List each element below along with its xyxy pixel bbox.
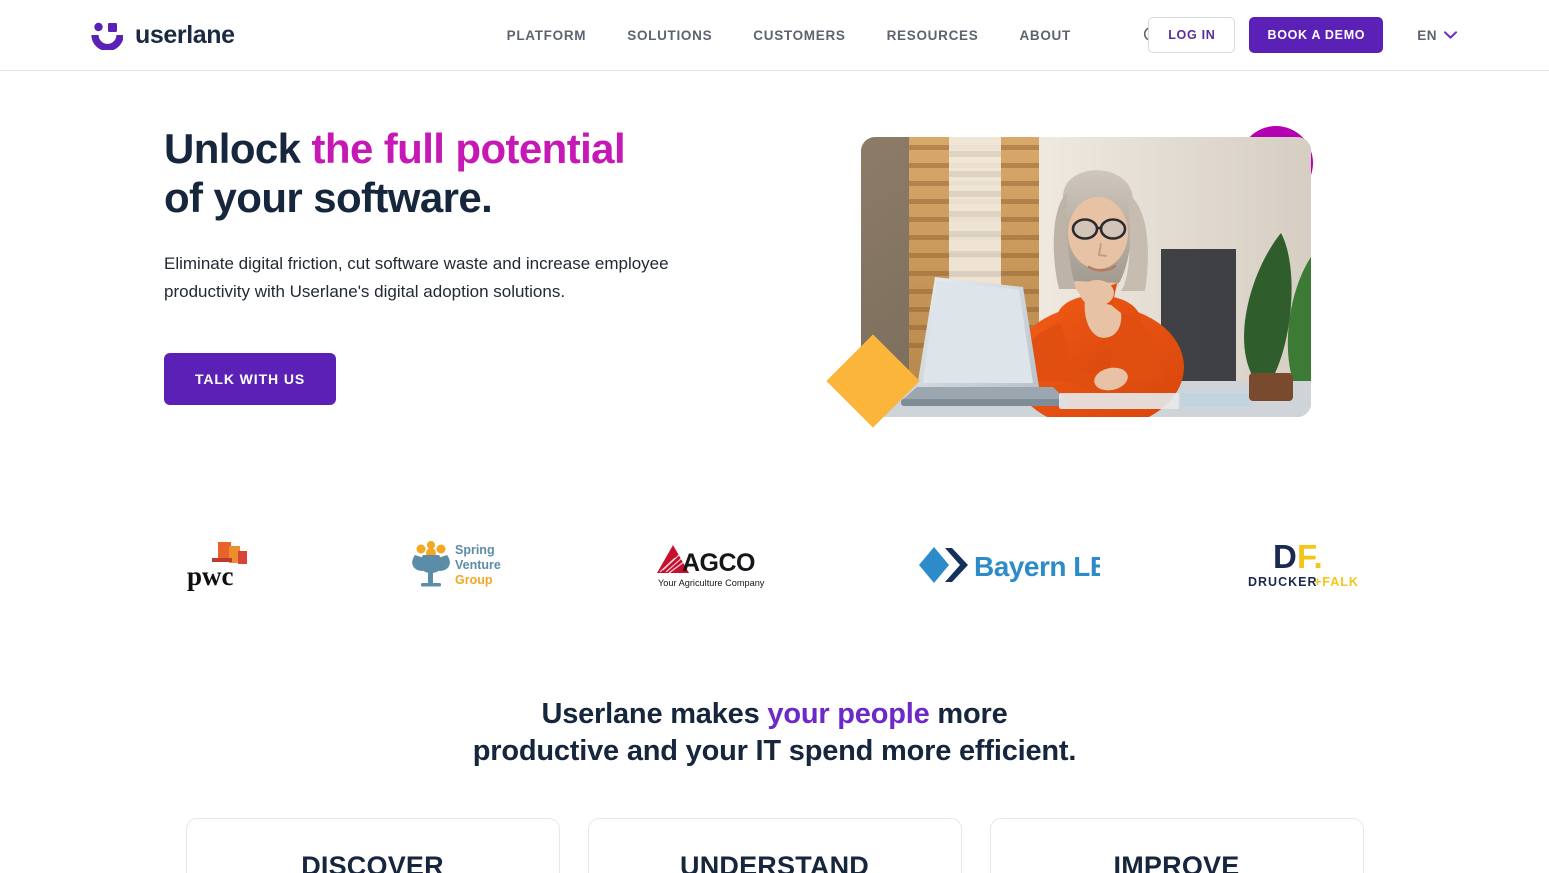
svg-text:+FALK: +FALK bbox=[1314, 575, 1359, 589]
language-selector[interactable]: EN bbox=[1417, 28, 1457, 43]
main-navigation: PLATFORM SOLUTIONS CUSTOMERS RESOURCES A… bbox=[507, 22, 1166, 48]
site-header: userlane PLATFORM SOLUTIONS CUSTOMERS RE… bbox=[0, 0, 1549, 71]
login-button[interactable]: LOG IN bbox=[1148, 17, 1236, 53]
value-title-highlight: your people bbox=[767, 698, 930, 730]
nav-item-customers[interactable]: CUSTOMERS bbox=[753, 28, 845, 43]
svg-text:F.: F. bbox=[1297, 538, 1323, 575]
agco-logo-icon: AGCO Your Agriculture Company bbox=[656, 545, 765, 588]
svg-text:Bayern LB: Bayern LB bbox=[974, 551, 1100, 582]
card-understand[interactable]: UNDERSTAND bbox=[587, 818, 962, 873]
hero-title-line2: of your software. bbox=[164, 173, 493, 221]
customer-logo-strip: pwc Spring Venture Group AGCO Your Agric… bbox=[185, 530, 1364, 600]
card-title: UNDERSTAND bbox=[680, 851, 869, 873]
logo-spring-venture-group: Spring Venture Group bbox=[405, 530, 515, 600]
hero-section: Unlock the full potential of your softwa… bbox=[0, 71, 1549, 432]
language-label: EN bbox=[1417, 27, 1437, 43]
bayern-lb-logo-icon: Bayern LB bbox=[919, 547, 1100, 583]
svg-text:Group: Group bbox=[455, 573, 493, 587]
card-discover[interactable]: DISCOVER bbox=[185, 818, 560, 873]
value-title-line2: productive and your IT spend more effici… bbox=[472, 735, 1077, 768]
value-title-part2: more bbox=[929, 698, 1008, 730]
talk-with-us-button[interactable]: TALK WITH US bbox=[164, 352, 337, 405]
brand-name: userlane bbox=[135, 20, 235, 49]
hero-title-plain: Unlock bbox=[164, 125, 312, 172]
chevron-down-icon bbox=[1444, 31, 1457, 39]
nav-item-solutions[interactable]: SOLUTIONS bbox=[627, 28, 712, 43]
office-woman-laptop-illustration bbox=[861, 137, 1311, 417]
card-improve[interactable]: IMPROVE bbox=[989, 818, 1364, 873]
svg-text:Your Agriculture Company: Your Agriculture Company bbox=[658, 578, 765, 588]
hero-title: Unlock the full potential of your softwa… bbox=[164, 125, 784, 222]
brand-logo[interactable]: userlane bbox=[91, 20, 235, 50]
book-demo-button[interactable]: BOOK A DEMO bbox=[1249, 17, 1384, 53]
hero-image bbox=[861, 137, 1311, 417]
nav-item-resources[interactable]: RESOURCES bbox=[887, 28, 979, 43]
pwc-logo-icon: pwc bbox=[187, 542, 247, 591]
hero-title-highlight: the full potential bbox=[311, 125, 626, 172]
logo-drucker-falk: D F. DRUCKER +FALK bbox=[1240, 530, 1364, 600]
svg-text:pwc: pwc bbox=[187, 561, 234, 591]
hero-subtitle: Eliminate digital friction, cut software… bbox=[164, 254, 669, 302]
hero-visual bbox=[820, 122, 1340, 432]
value-title: Userlane makes your people more producti… bbox=[0, 696, 1549, 770]
hero-copy: Unlock the full potential of your softwa… bbox=[164, 122, 784, 432]
logo-bayern-lb: Bayern LB bbox=[914, 530, 1100, 600]
svg-text:AGCO: AGCO bbox=[682, 549, 755, 577]
spring-venture-group-logo-icon: Spring Venture Group bbox=[411, 541, 501, 587]
card-title: DISCOVER bbox=[301, 851, 444, 873]
logo-agco: AGCO Your Agriculture Company bbox=[655, 530, 775, 600]
svg-text:Spring: Spring bbox=[455, 543, 495, 557]
value-proposition-section: Userlane makes your people more producti… bbox=[0, 696, 1549, 873]
card-title: IMPROVE bbox=[1113, 851, 1240, 873]
feature-cards: DISCOVER UNDERSTAND IMPROVE bbox=[0, 818, 1549, 873]
svg-text:DRUCKER: DRUCKER bbox=[1248, 575, 1318, 589]
svg-text:Venture: Venture bbox=[455, 558, 501, 572]
svg-text:D: D bbox=[1273, 538, 1297, 575]
nav-item-platform[interactable]: PLATFORM bbox=[507, 28, 587, 43]
drucker-falk-logo-icon: D F. DRUCKER +FALK bbox=[1248, 538, 1359, 589]
header-actions: LOG IN BOOK A DEMO EN bbox=[1148, 17, 1457, 53]
nav-item-about[interactable]: ABOUT bbox=[1019, 28, 1071, 43]
value-title-part1: Userlane makes bbox=[541, 698, 768, 730]
logo-pwc: pwc bbox=[185, 530, 265, 600]
userlane-smiley-mark-icon bbox=[91, 22, 123, 50]
